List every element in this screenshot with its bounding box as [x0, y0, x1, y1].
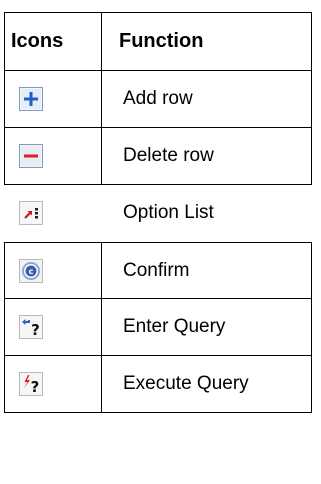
function-cell: Add row — [102, 71, 311, 127]
function-label: Confirm — [123, 259, 190, 281]
header-cell-icons: Icons — [5, 13, 101, 70]
table-header-row: Icons Function — [4, 12, 312, 71]
header-icons-label: Icons — [11, 30, 64, 52]
delete-row-icon — [19, 144, 43, 168]
svg-text:c: c — [29, 267, 34, 276]
function-cell: Confirm — [102, 243, 311, 298]
table-row: ? Execute Query — [4, 356, 312, 413]
function-label: Option List — [123, 202, 214, 223]
function-label: Execute Query — [123, 373, 249, 394]
icon-cell — [5, 185, 101, 241]
table-row: Delete row — [4, 128, 312, 185]
function-cell: Option List — [102, 185, 311, 241]
function-label: Add row — [123, 88, 193, 109]
icon-cell: ? — [5, 356, 101, 412]
function-label: Enter Query — [123, 316, 226, 337]
icon-cell: ? — [5, 299, 101, 355]
table-row: Option List — [4, 185, 312, 242]
header-cell-function: Function — [102, 13, 311, 70]
function-label: Delete row — [123, 145, 214, 166]
function-cell: Execute Query — [102, 356, 311, 412]
svg-text:?: ? — [31, 378, 40, 396]
table-row: Add row — [4, 71, 312, 128]
execute-query-icon: ? — [19, 372, 43, 396]
header-function-label: Function — [119, 30, 204, 52]
table-row: ? Enter Query — [4, 299, 312, 356]
icon-function-table: Icons Function Add row Delete row Option… — [4, 12, 312, 413]
icon-cell — [5, 71, 101, 127]
function-cell: Enter Query — [102, 299, 311, 355]
option-list-icon — [19, 201, 43, 225]
icon-cell — [5, 128, 101, 184]
enter-query-icon: ? — [19, 315, 43, 339]
add-row-icon — [19, 87, 43, 111]
function-cell: Delete row — [102, 128, 311, 184]
confirm-icon: c — [19, 258, 43, 283]
icon-cell: c — [5, 243, 101, 298]
table-row: c Confirm — [4, 242, 312, 299]
svg-text:?: ? — [31, 321, 40, 339]
